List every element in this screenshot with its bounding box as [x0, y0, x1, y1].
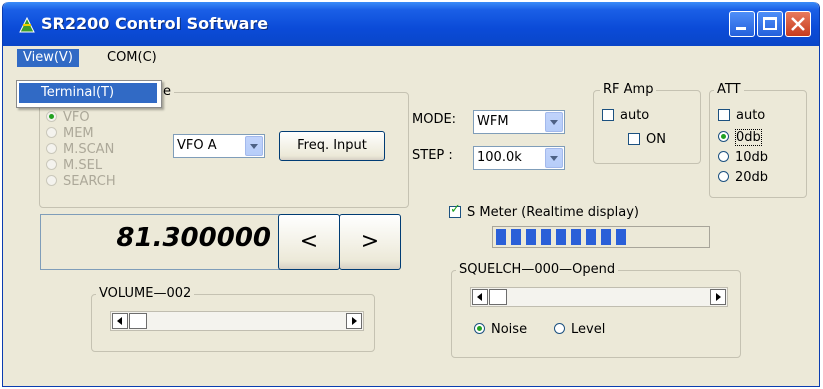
window-title: SR2200 Control Software — [41, 14, 269, 33]
radio-circle — [718, 171, 729, 182]
close-icon — [791, 17, 805, 31]
radio-circle — [46, 143, 57, 154]
close-button[interactable] — [785, 11, 811, 37]
radio-circle — [46, 175, 57, 186]
maximize-button[interactable] — [757, 11, 783, 37]
smeter-bar — [492, 226, 710, 248]
smeter-segment — [586, 229, 596, 245]
volume-thumb[interactable] — [129, 313, 147, 329]
chevron-down-icon[interactable] — [245, 136, 263, 156]
radio-att-0db[interactable]: 0db — [718, 129, 762, 146]
smeter-segment — [556, 229, 566, 245]
next-button[interactable]: > — [339, 214, 401, 270]
radio-circle — [46, 111, 57, 122]
rf-amp-auto-checkbox[interactable]: auto — [602, 109, 649, 123]
view-dropdown-menu: Terminal(T) — [16, 80, 162, 108]
att-group: ATT auto 0db 10db 20db — [709, 83, 807, 198]
prev-button[interactable]: < — [278, 214, 340, 270]
radio-msel[interactable]: M.SEL — [46, 159, 102, 173]
app-icon — [19, 16, 35, 33]
mode-label: MODE: — [412, 112, 457, 127]
freq-input-button[interactable]: Freq. Input — [279, 131, 385, 161]
rf-amp-on-checkbox[interactable]: ON — [628, 133, 666, 147]
chevron-down-icon[interactable] — [545, 148, 563, 168]
step-select[interactable]: 100.0k — [473, 146, 565, 170]
radio-circle — [46, 127, 57, 138]
radio-mscan[interactable]: M.SCAN — [46, 143, 114, 157]
mode-select-value: WFM — [477, 114, 509, 129]
scroll-right-icon[interactable] — [710, 289, 726, 305]
scroll-left-icon[interactable] — [112, 313, 128, 329]
mode-group-label: e — [160, 85, 174, 99]
scroll-right-icon[interactable] — [346, 313, 362, 329]
radio-circle — [474, 323, 485, 334]
vfo-select-value: VFO A — [177, 138, 217, 153]
step-label: STEP : — [412, 148, 453, 163]
radio-circle — [46, 159, 57, 170]
radio-circle — [718, 131, 729, 142]
squelch-slider[interactable] — [470, 287, 728, 307]
minimize-icon — [736, 27, 746, 30]
smeter-segment — [616, 229, 626, 245]
minimize-button[interactable] — [729, 11, 755, 37]
squelch-label: SQUELCH—000—Opend — [456, 263, 619, 277]
smeter-segment — [601, 229, 611, 245]
chevron-down-icon[interactable] — [545, 112, 563, 132]
radio-squelch-noise[interactable]: Noise — [474, 323, 527, 337]
radio-att-20db[interactable]: 20db — [718, 171, 768, 185]
volume-group: VOLUME—002 — [91, 287, 375, 352]
att-label: ATT — [714, 83, 744, 97]
checkbox-box — [602, 109, 614, 121]
menu-bar: View(V) COM(C) — [3, 46, 819, 68]
frequency-value: 81.300000 — [116, 223, 271, 253]
volume-label: VOLUME—002 — [96, 287, 195, 301]
checkbox-box — [449, 203, 461, 218]
radio-vfo[interactable]: VFO — [46, 111, 90, 125]
checkbox-box — [718, 109, 730, 121]
menu-item-terminal[interactable]: Terminal(T) — [19, 83, 157, 103]
radio-circle — [718, 151, 729, 162]
mode-select[interactable]: WFM — [473, 110, 565, 134]
smeter-segment — [496, 229, 506, 245]
app-window: SR2200 Control Software View(V) COM(C) e… — [2, 2, 820, 387]
squelch-group: SQUELCH—000—Opend Noise Level — [451, 263, 741, 358]
menu-com[interactable]: COM(C) — [101, 49, 163, 67]
smeter-segment — [526, 229, 536, 245]
att-auto-checkbox[interactable]: auto — [718, 109, 765, 123]
radio-att-10db[interactable]: 10db — [718, 151, 768, 165]
title-bar[interactable]: SR2200 Control Software — [3, 2, 819, 46]
menu-view[interactable]: View(V) — [17, 49, 79, 67]
scroll-left-icon[interactable] — [472, 289, 488, 305]
volume-slider[interactable] — [110, 311, 364, 331]
radio-search[interactable]: SEARCH — [46, 175, 116, 189]
vfo-select[interactable]: VFO A — [173, 134, 265, 158]
rf-amp-label: RF Amp — [600, 83, 657, 97]
smeter-segment — [511, 229, 521, 245]
step-select-value: 100.0k — [477, 150, 522, 165]
smeter-checkbox[interactable]: S Meter (Realtime display) — [449, 203, 639, 220]
radio-mem[interactable]: MEM — [46, 127, 94, 141]
smeter-segment — [571, 229, 581, 245]
smeter-segment — [541, 229, 551, 245]
radio-circle — [554, 323, 565, 334]
frequency-display: 81.300000 — [40, 214, 280, 270]
maximize-icon — [763, 17, 777, 30]
checkbox-box — [628, 133, 640, 145]
radio-squelch-level[interactable]: Level — [554, 323, 605, 337]
squelch-thumb[interactable] — [489, 289, 507, 305]
rf-amp-group: RF Amp auto ON — [593, 83, 701, 164]
